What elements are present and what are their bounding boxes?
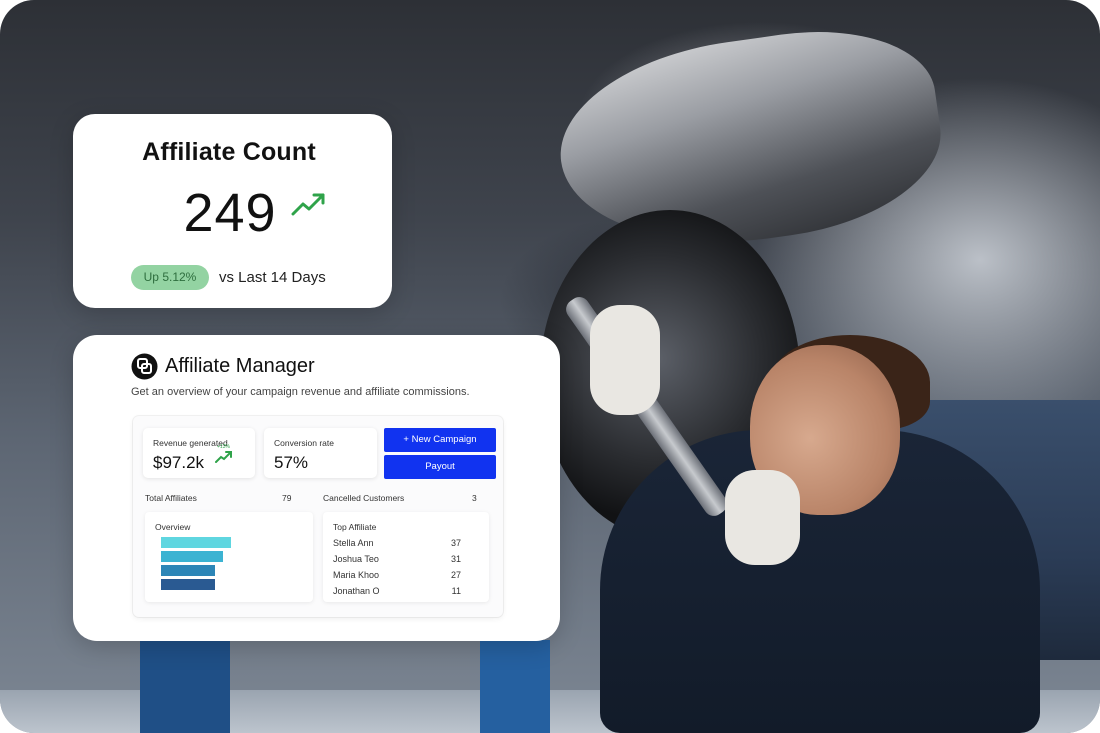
affiliate-name: Stella Ann (333, 538, 374, 548)
conversion-value: 57% (274, 453, 309, 472)
affiliate-name: Joshua Teo (333, 554, 379, 564)
conversion-stat: Conversion rate 57% (264, 428, 377, 478)
car-lift-post (480, 640, 550, 733)
new-campaign-button[interactable]: + New Campaign (384, 428, 496, 452)
overview-title: Overview (155, 522, 191, 532)
affiliate-name: Jonathan O (333, 586, 380, 596)
affiliate-logo-icon (131, 353, 158, 380)
affiliate-value: 37 (450, 538, 461, 548)
affiliate-value: 27 (450, 570, 461, 580)
payout-button[interactable]: Payout (384, 455, 496, 479)
revenue-stat: Revenue generated $97.2k +13% (143, 428, 255, 478)
overview-bar (161, 565, 215, 576)
trending-up-icon (215, 451, 232, 463)
card-title: Affiliate Count (142, 138, 316, 166)
affiliate-name: Maria Khoo (333, 570, 380, 580)
affiliate-value: 11 (451, 586, 461, 596)
top-affiliate-title: Top Affiliate (333, 522, 377, 532)
trending-up-icon (291, 193, 325, 216)
manager-title: Affiliate Manager (165, 355, 315, 377)
affiliate-value: 31 (450, 554, 461, 564)
overview-bar (161, 537, 231, 548)
change-badge: Up 5.12% (131, 265, 209, 290)
glove (590, 305, 660, 415)
cancelled-customers-value: 3 (472, 493, 477, 503)
affiliate-count-card: Affiliate Count 249 Up 5.12% vs Last 14 … (73, 114, 392, 308)
overview-bar (161, 551, 223, 562)
affiliate-count-value: 249 (183, 183, 277, 243)
manager-subtitle: Get an overview of your campaign revenue… (131, 386, 470, 398)
dashboard-panel: Revenue generated $97.2k +13% Conversion… (133, 416, 503, 617)
total-affiliates-label: Total Affiliates (145, 493, 197, 503)
comparison-text: vs Last 14 Days (219, 269, 326, 286)
affiliate-manager-card: Affiliate Manager Get an overview of you… (73, 335, 560, 641)
car-lift-post (140, 640, 230, 733)
overview-bar (161, 579, 215, 590)
overview-panel: Overview (145, 512, 313, 602)
revenue-value: $97.2k (153, 453, 205, 472)
top-affiliate-panel: Top Affiliate Stella Ann 37 Joshua Teo 3… (323, 512, 489, 602)
total-affiliates-value: 79 (282, 493, 292, 503)
cancelled-customers-label: Cancelled Customers (323, 493, 405, 503)
car-undercarriage (547, 14, 953, 266)
conversion-label: Conversion rate (274, 438, 335, 448)
glove (725, 470, 800, 565)
